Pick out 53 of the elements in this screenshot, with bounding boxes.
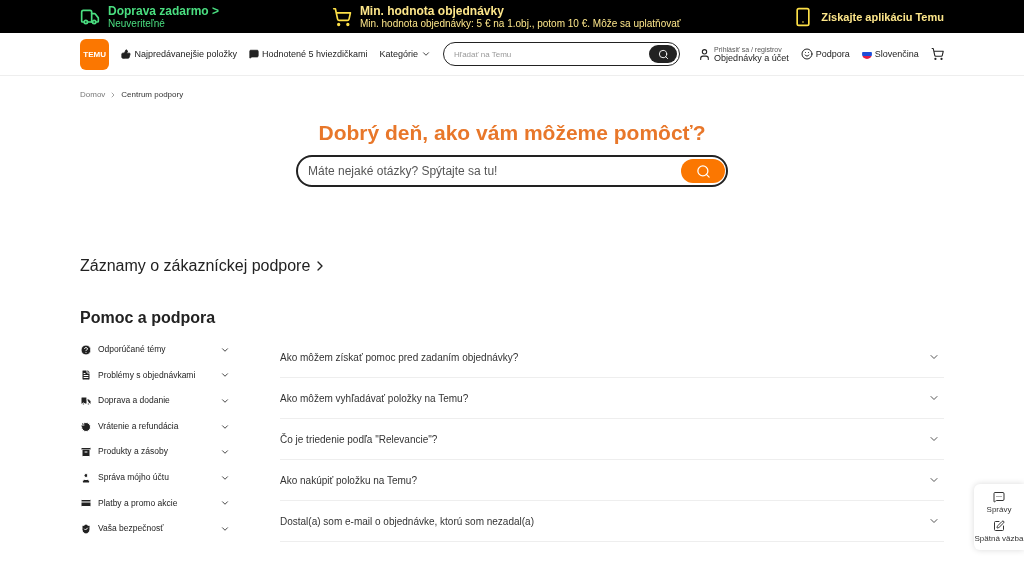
- search-button[interactable]: [649, 45, 678, 63]
- search-icon: [695, 163, 711, 179]
- chevron-icon[interactable]: [220, 396, 230, 406]
- promo-subtitle: Min. hodnota objednávky: 5 € na 1.obj., potom 10 €. Môže sa uplatňovať: [359, 18, 681, 29]
- thumbs-up-icon: [121, 49, 132, 59]
- shield-icon: [80, 522, 92, 535]
- chevron-icon: [421, 49, 432, 59]
- faq-question[interactable]: Ako môžem vyhľadávať položky na Temu?: [280, 392, 469, 404]
- truck-icon: [80, 395, 92, 407]
- page-heading: Dobrý deň, ako vám môžeme pomôcť?: [318, 121, 706, 145]
- records-link[interactable]: Záznamy o zákazníckej podpore: [80, 257, 944, 275]
- promo-title: Min. hodnota objednávky: [359, 4, 505, 18]
- box-icon: [80, 446, 92, 459]
- document-icon: [80, 369, 92, 382]
- user-icon: [698, 47, 712, 61]
- edit-icon: [993, 520, 1005, 532]
- cart-icon[interactable]: [930, 47, 944, 61]
- search-icon: [657, 48, 669, 60]
- chat-icon: [993, 491, 1005, 503]
- nav-link[interactable]: Kategórie: [379, 49, 432, 59]
- topic-link[interactable]: Problémy s objednávkami: [80, 369, 196, 382]
- language-link[interactable]: Slovenčina: [861, 49, 919, 59]
- topic-link[interactable]: Platby a promo akcie: [80, 497, 178, 510]
- faq-question[interactable]: Dostal(a) som e-mail o objednávke, ktorú som nezadal(a): [280, 515, 534, 527]
- smile-icon: [800, 48, 813, 60]
- nav-link[interactable]: Najpredávanejšie položky: [121, 49, 237, 59]
- support-link[interactable]: Podpora: [800, 48, 850, 60]
- flag-icon: [861, 49, 872, 59]
- topic-link[interactable]: Doprava a dodanie: [80, 395, 170, 407]
- search-field[interactable]: Máte nejaké otázky? Spýtajte sa tu!: [296, 155, 728, 187]
- section-heading: Pomoc a podpora: [80, 309, 217, 327]
- topic-link[interactable]: Správa mójho účtu: [80, 471, 169, 484]
- topic-link[interactable]: Vaša bezpečnosť: [80, 522, 164, 535]
- cart-icon: [331, 6, 352, 27]
- topic-link[interactable]: Odporúčané témy: [80, 343, 166, 356]
- widget-link[interactable]: Správy: [986, 491, 1012, 514]
- faq-question[interactable]: Čo je triedenie podľa "Relevancie"?: [280, 433, 438, 445]
- user-icon: [80, 471, 92, 484]
- promo-subtitle: Neuveriteľné: [108, 18, 166, 29]
- topic-link[interactable]: Produkty a zásoby: [80, 446, 168, 459]
- widget-link[interactable]: Spätná väzba: [974, 520, 1024, 543]
- help-icon: [80, 343, 92, 356]
- faq-question[interactable]: Ako nakúpiť položku na Temu?: [280, 474, 417, 486]
- breadcrumb-link[interactable]: Centrum podpory: [121, 90, 184, 99]
- card-icon: [80, 497, 92, 510]
- breadcrumb-link[interactable]: Domov: [80, 90, 106, 99]
- nav-link[interactable]: Hodnotené 5 hviezdičkami: [248, 49, 368, 59]
- chat-icon: [248, 49, 259, 59]
- app-link[interactable]: Získajte aplikáciu Temu: [821, 10, 944, 23]
- promo-title[interactable]: Doprava zadarmo >: [108, 4, 220, 18]
- search-field[interactable]: Hľadať na Temu: [443, 42, 681, 66]
- faq-question[interactable]: Ako môžem získať pomoc pred zadaním objednávky?: [280, 351, 519, 363]
- topic-link[interactable]: Vrátenie a refundácia: [80, 420, 179, 433]
